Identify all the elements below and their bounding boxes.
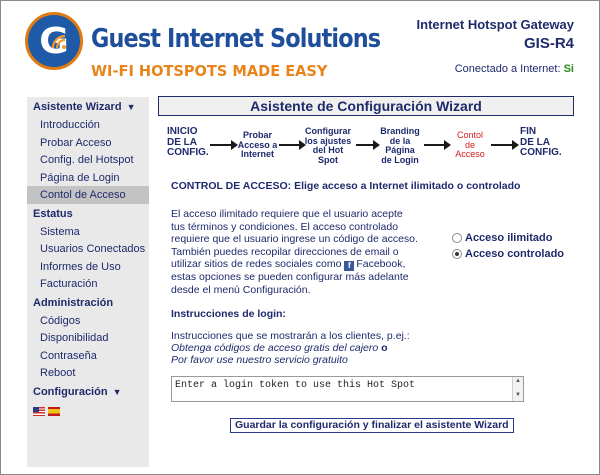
product-name: Internet Hotspot Gateway [416, 17, 574, 32]
access-options: Acceso ilimitado Acceso controlado [452, 230, 564, 262]
step-arrow [491, 140, 519, 150]
section-title: CONTROL DE ACCESO: Elige acceso a Intern… [171, 180, 521, 192]
step-inicio: INICIO DE LA CONFIG. [167, 126, 209, 159]
sidebar-item-disponibilidad[interactable]: Disponibilidad [27, 329, 149, 347]
step-line: Acceso a [237, 139, 278, 150]
step-line: Configurar [305, 126, 351, 136]
step-line: Spot [318, 154, 338, 165]
brand-tagline: WI-FI HOTSPOTS MADE EASY [91, 62, 328, 80]
step-line: Branding [380, 126, 420, 136]
sidebar-item-usuarios[interactable]: Usuarios Conectados [27, 240, 149, 258]
step-line: FIN [520, 126, 537, 137]
login-instructions-desc: Instrucciones que se mostrarán a los cli… [171, 330, 410, 366]
step-line: DE LA [520, 136, 550, 148]
sidebar-item-control-acceso[interactable]: Contol de Acceso [27, 186, 149, 204]
product-model: GIS-R4 [523, 35, 574, 52]
step-arrow [279, 140, 306, 150]
step-configurar: Configurar los ajustes del Hot Spot [303, 126, 353, 165]
option-unlimited[interactable]: Acceso ilimitado [452, 230, 564, 246]
facebook-icon: f [344, 261, 355, 272]
chevron-down-icon: ▼ [112, 386, 122, 397]
sidebar-section-title: Configuración [33, 385, 108, 398]
login-desc-line: Instrucciones que se mostrarán a los cli… [171, 330, 410, 342]
brand-logo: G Guest Internet Solutions WI-FI HOTSPOT… [25, 10, 381, 82]
page-title: Asistente de Configuración Wizard [158, 96, 574, 116]
language-flags [27, 401, 149, 416]
login-instructions-title: Instrucciones de login: [171, 308, 286, 320]
sidebar-item-contrasena[interactable]: Contraseña [27, 347, 149, 365]
sidebar-item-introduccion[interactable]: Introducción [27, 116, 149, 134]
chevron-down-icon: ▼ [126, 102, 136, 112]
step-line: INICIO [167, 126, 198, 137]
sidebar-section-administracion: Administración [33, 296, 114, 309]
step-line: Acceso [455, 149, 485, 159]
step-line: Probar [242, 130, 272, 140]
step-line: de la [389, 135, 411, 146]
flag-es-icon[interactable] [48, 406, 60, 416]
sidebar-section-configuracion[interactable]: Configuración ▼ [27, 382, 149, 401]
sidebar: Asistente Wizard ▼ Introducción Probar A… [27, 97, 149, 467]
sidebar-section-wizard[interactable]: Asistente Wizard ▼ [27, 97, 149, 116]
wifi-icon [51, 34, 66, 49]
step-branding: Branding de la Página de Login [377, 126, 423, 165]
sidebar-item-facturacion[interactable]: Facturación [27, 275, 149, 293]
scroll-up-icon[interactable]: ▲ [515, 378, 521, 384]
sidebar-item-reboot[interactable]: Reboot [27, 364, 149, 382]
sidebar-section-title: Asistente Wizard [33, 101, 122, 113]
step-line: los ajustes [304, 135, 352, 146]
sidebar-item-codigos[interactable]: Códigos [27, 312, 149, 330]
connection-value: Si [563, 63, 574, 75]
step-line: del Hot [312, 145, 344, 155]
option-label: Acceso ilimitado [465, 232, 553, 244]
sidebar-item-informes[interactable]: Informes de Uso [27, 258, 149, 276]
step-line: Internet [240, 149, 274, 159]
wizard-steps: INICIO DE LA CONFIG. Probar Acceso a Int… [158, 125, 578, 165]
connection-status: Conectado a Internet: Si [455, 63, 574, 75]
option-controlled[interactable]: Acceso controlado [452, 246, 564, 262]
login-example-2: Por favor use nuestro servicio gratuito [171, 354, 348, 366]
step-line: DE LA [167, 136, 197, 148]
step-arrow [210, 140, 238, 150]
main-content: Asistente de Configuración Wizard INICIO… [158, 96, 574, 433]
step-line: CONFIG. [520, 147, 562, 158]
sidebar-item-config-hotspot[interactable]: Config. del Hotspot [27, 151, 149, 169]
header-product-info: Internet Hotspot Gateway GIS-R4 [417, 17, 574, 52]
sidebar-section-estatus: Estatus [33, 207, 73, 220]
brand-name: Guest Internet Solutions [91, 24, 381, 54]
textarea-value[interactable]: Enter a login token to use this Hot Spot [172, 377, 523, 394]
radio-controlled[interactable] [452, 249, 462, 259]
step-probar: Probar Acceso a Internet [237, 130, 278, 160]
step-control-acceso-current: Contol de Acceso [450, 130, 490, 160]
login-example-1: Obtenga códigos de acceso gratis del caj… [171, 342, 379, 354]
login-example-or: o [381, 342, 388, 354]
connection-label: Conectado a Internet: [454, 63, 561, 75]
login-instructions-textarea[interactable]: Enter a login token to use this Hot Spot… [171, 376, 524, 402]
scroll-down-icon[interactable]: ▼ [515, 392, 521, 398]
step-line: CONFIG. [167, 147, 209, 158]
access-description: El acceso ilimitado requiere que el usua… [171, 208, 419, 297]
step-line: de Login [381, 154, 419, 165]
radio-unlimited[interactable] [452, 233, 462, 243]
flag-us-icon[interactable] [33, 406, 45, 416]
save-finish-button[interactable]: Guardar la configuración y finalizar el … [230, 418, 514, 433]
step-arrow [356, 140, 380, 150]
textarea-scrollbar[interactable]: ▲ ▼ [512, 377, 523, 401]
step-line: de [464, 139, 475, 150]
sidebar-item-sistema[interactable]: Sistema [27, 223, 149, 241]
step-line: Página [385, 145, 415, 155]
step-line: Contol [456, 130, 483, 140]
step-arrow [424, 140, 451, 150]
sidebar-item-pagina-login[interactable]: Página de Login [27, 169, 149, 187]
option-label: Acceso controlado [465, 248, 565, 260]
sidebar-item-probar-acceso[interactable]: Probar Acceso [27, 134, 149, 152]
step-fin: FIN DE LA CONFIG. [520, 126, 562, 159]
